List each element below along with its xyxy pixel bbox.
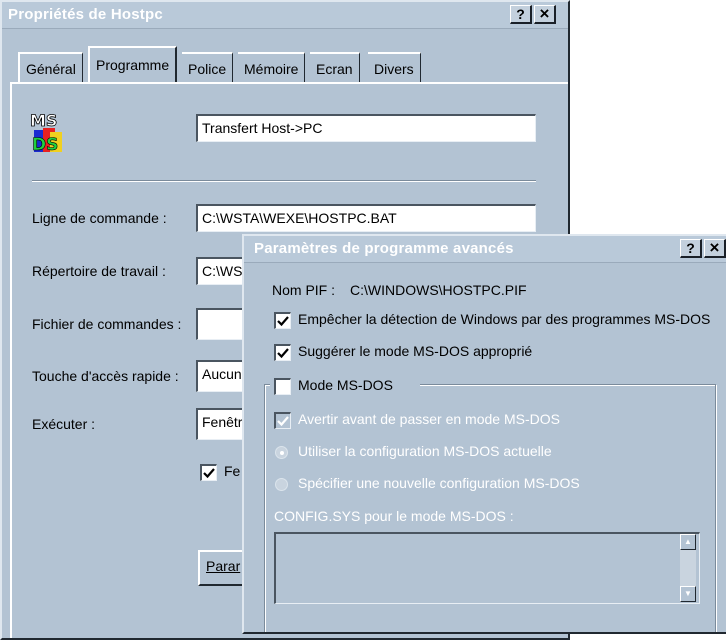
svg-text:MS: MS: [30, 111, 57, 130]
shortcut-key-label: Touche d'accès rapide :: [32, 368, 179, 384]
close-button[interactable]: ×: [534, 5, 556, 24]
config-sys-scrollbar[interactable]: ▲ ▼: [680, 534, 696, 602]
svg-text:DS: DS: [32, 135, 58, 155]
batch-file-label: Fichier de commandes :: [32, 316, 182, 332]
warn-before-label: Avertir avant de passer en mode MS-DOS: [298, 411, 560, 427]
tab-programme[interactable]: Programme: [88, 46, 178, 84]
properties-title-bar[interactable]: Propriétés de Hostpc ? ×: [2, 2, 568, 29]
advanced-close-button[interactable]: ×: [704, 239, 726, 258]
suggest-mode-checkbox[interactable]: [274, 344, 291, 361]
close-on-exit-label: Fe: [224, 463, 241, 479]
prevent-detection-label: Empêcher la détection de Windows par des…: [298, 311, 711, 327]
checkmark-icon: [277, 416, 289, 427]
working-dir-label: Répertoire de travail :: [32, 263, 166, 279]
help-button[interactable]: ?: [510, 5, 532, 24]
ms-dos-logo-icon: MS DS: [28, 106, 66, 158]
command-line-label: Ligne de commande :: [32, 210, 167, 226]
program-title-input[interactable]: Transfert Host->PC: [196, 114, 536, 142]
tab-general[interactable]: Général: [18, 52, 83, 82]
checkmark-icon: [277, 316, 289, 327]
pif-name-label: Nom PIF :: [272, 282, 336, 298]
run-label: Exécuter :: [32, 416, 96, 432]
msdos-mode-checkbox[interactable]: [274, 378, 291, 395]
prevent-detection-checkbox[interactable]: [274, 312, 291, 329]
suggest-mode-label: Suggérer le mode MS-DOS approprié: [298, 343, 533, 359]
msdos-mode-label: Mode MS-DOS: [298, 377, 393, 393]
properties-title: Propriétés de Hostpc: [8, 6, 163, 23]
specify-new-config-radio[interactable]: [275, 478, 288, 491]
specify-new-config-label: Spécifier une nouvelle configuration MS-…: [298, 475, 580, 491]
checkmark-icon: [277, 348, 289, 359]
checkmark-icon: [203, 468, 215, 479]
advanced-settings-dialog: Paramètres de programme avancés ? × Nom …: [242, 234, 726, 634]
pif-name-value: C:\WINDOWS\HOSTPC.PIF: [350, 282, 527, 298]
warn-before-checkbox[interactable]: [274, 412, 291, 429]
tab-memoire[interactable]: Mémoire: [238, 52, 306, 82]
advanced-title-bar[interactable]: Paramètres de programme avancés ? ×: [244, 236, 726, 263]
use-current-config-label: Utiliser la configuration MS-DOS actuell…: [298, 443, 552, 459]
tab-divers[interactable]: Divers: [368, 52, 421, 82]
tab-ecran[interactable]: Ecran: [310, 52, 360, 82]
advanced-title: Paramètres de programme avancés: [254, 240, 514, 257]
use-current-config-radio[interactable]: [275, 446, 288, 459]
command-line-input[interactable]: C:\WSTA\WEXE\HOSTPC.BAT: [196, 204, 536, 232]
close-on-exit-checkbox[interactable]: [200, 464, 217, 481]
separator: [32, 180, 536, 182]
tab-police[interactable]: Police: [182, 52, 234, 82]
scroll-down-icon[interactable]: ▼: [680, 586, 696, 602]
advanced-help-button[interactable]: ?: [680, 239, 702, 258]
config-sys-label: CONFIG.SYS pour le mode MS-DOS :: [274, 508, 514, 524]
scroll-up-icon[interactable]: ▲: [680, 534, 696, 550]
advanced-button-label: Parar: [206, 558, 241, 574]
config-sys-textarea[interactable]: [274, 532, 700, 604]
